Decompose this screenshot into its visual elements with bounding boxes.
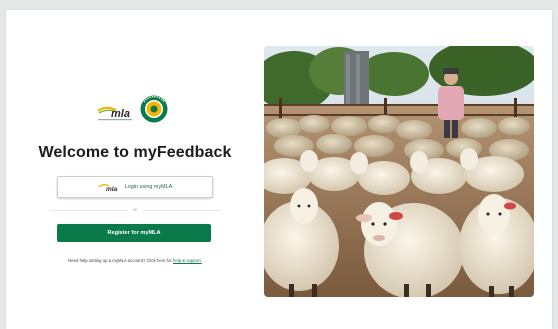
help-message: Need help setting up a myMLA account? Cl…: [68, 258, 173, 263]
sheep-photo-illustration: [264, 46, 534, 297]
register-button[interactable]: Register for myMLA: [57, 224, 211, 242]
feedback-seal-logo: [140, 95, 168, 123]
help-support-link[interactable]: help & support.: [173, 258, 202, 263]
login-card: mla Welcome to myFeedback mla Login usin…: [6, 10, 552, 329]
or-text: or: [132, 207, 138, 212]
help-text: Need help setting up a myMLA account? Cl…: [6, 258, 264, 263]
hero-photo: [264, 46, 534, 297]
page-title: Welcome to myFeedback: [38, 144, 232, 161]
svg-text:mla: mla: [111, 108, 130, 120]
login-mymla-button[interactable]: mla Login using myMLA: [57, 176, 213, 198]
mla-small-logo: mla: [98, 183, 118, 192]
or-divider: or: [50, 207, 220, 212]
svg-text:mla: mla: [106, 186, 118, 192]
login-mymla-label: Login using myMLA: [124, 184, 173, 190]
logo-group: mla: [96, 95, 176, 128]
login-panel: mla Welcome to myFeedback mla Login usin…: [6, 10, 264, 329]
mla-logo: mla: [97, 106, 132, 121]
